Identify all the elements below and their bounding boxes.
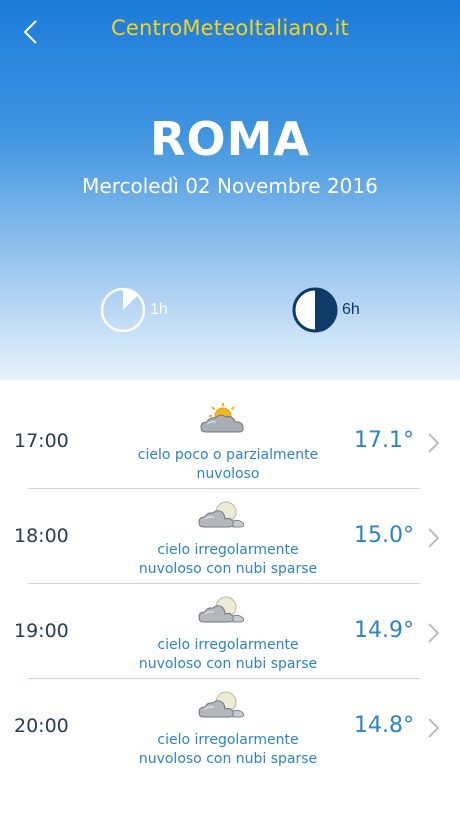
date-label: Mercoledì 02 Novembre 2016 <box>82 174 378 198</box>
forecast-description: cielo irregolarmente nuvoloso con nubi s… <box>112 541 344 579</box>
clock-half-icon <box>292 287 338 333</box>
forecast-desc-line: nuvoloso <box>196 466 260 482</box>
forecast-desc-line: nuvoloso con nubi sparse <box>138 561 318 577</box>
moon-behind-cloud-icon <box>198 501 245 528</box>
chevron-right-icon <box>428 623 440 643</box>
chevron-right-icon <box>428 528 440 548</box>
chevron-right-icon <box>428 718 440 738</box>
clock-quarter-icon <box>100 287 146 333</box>
interval-6h-label: 6h <box>342 301 360 318</box>
forecast-time: 20:00 <box>14 715 69 737</box>
forecast-desc-line: cielo poco o parzialmente <box>137 447 319 463</box>
app-title[interactable]: CentroMeteoItaliano.it <box>0 16 460 40</box>
forecast-row[interactable]: 17:00 cielo poco o parzialmente nuvoloso… <box>0 394 460 489</box>
interval-1h-label: 1h <box>150 301 168 318</box>
forecast-row[interactable]: 18:00 cielo irregolarmente nuvoloso con … <box>0 489 460 584</box>
sun-behind-cloud-icon <box>200 403 244 433</box>
interval-6h-button[interactable]: 6h <box>292 286 360 334</box>
city-name: ROMA <box>150 112 310 166</box>
forecast-row[interactable]: 20:00 cielo irregolarmente nuvoloso con … <box>0 679 460 774</box>
moon-behind-cloud-icon <box>198 691 245 718</box>
forecast-desc-line: nuvoloso con nubi sparse <box>138 751 318 767</box>
forecast-temperature: 14.9° <box>354 618 414 643</box>
moon-behind-cloud-icon <box>198 596 245 623</box>
forecast-desc-line: nuvoloso con nubi sparse <box>138 656 318 672</box>
forecast-description: cielo irregolarmente nuvoloso con nubi s… <box>112 636 344 674</box>
forecast-row[interactable]: 19:00 cielo irregolarmente nuvoloso con … <box>0 584 460 679</box>
forecast-time: 19:00 <box>14 620 69 642</box>
header: CentroMeteoItaliano.it ROMA Mercoledì 02… <box>0 0 460 380</box>
interval-1h-button[interactable]: 1h <box>100 286 168 334</box>
forecast-temperature: 17.1° <box>354 428 414 453</box>
chevron-right-icon <box>428 433 440 453</box>
forecast-desc-line: cielo irregolarmente <box>157 637 299 653</box>
forecast-desc-line: cielo irregolarmente <box>157 542 299 558</box>
forecast-time: 18:00 <box>14 525 69 547</box>
forecast-list: 17:00 cielo poco o parzialmente nuvoloso… <box>0 394 460 774</box>
forecast-description: cielo poco o parzialmente nuvoloso <box>112 446 344 484</box>
forecast-temperature: 15.0° <box>354 523 414 548</box>
forecast-time: 17:00 <box>14 430 69 452</box>
forecast-desc-line: cielo irregolarmente <box>157 732 299 748</box>
forecast-temperature: 14.8° <box>354 713 414 738</box>
forecast-description: cielo irregolarmente nuvoloso con nubi s… <box>112 731 344 769</box>
